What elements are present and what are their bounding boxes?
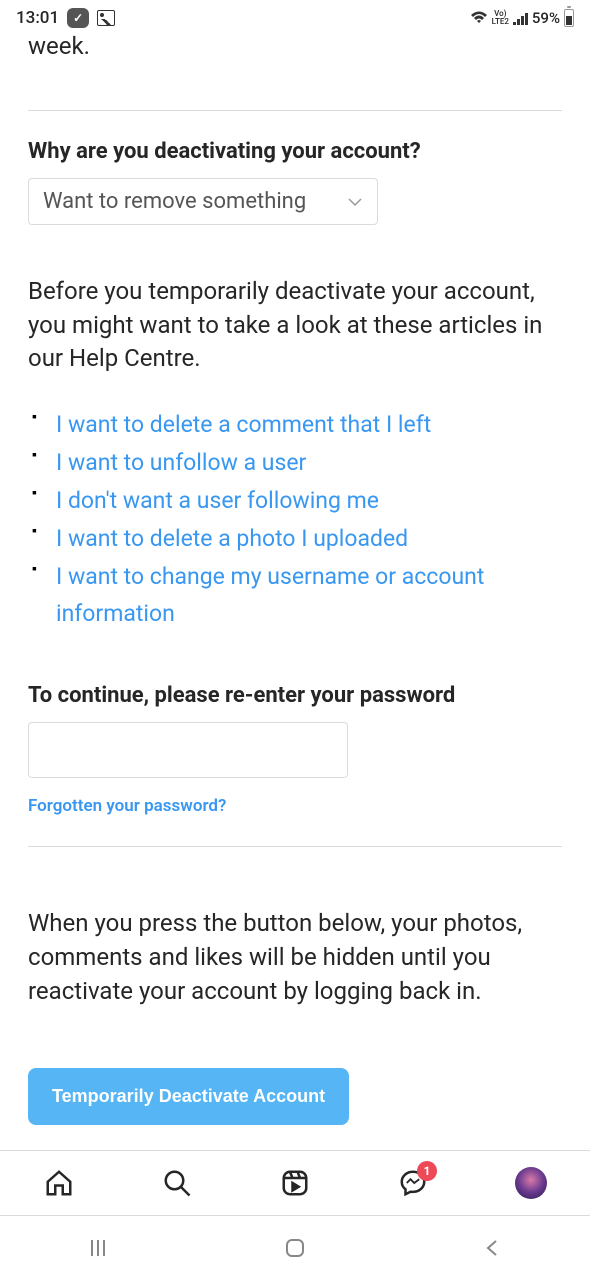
previous-text-fragment: week. — [28, 32, 562, 60]
wifi-icon — [470, 11, 488, 25]
screenshot-icon — [97, 10, 115, 26]
search-icon[interactable] — [161, 1167, 193, 1199]
home-icon[interactable] — [43, 1167, 75, 1199]
bottom-nav: 1 — [0, 1150, 590, 1216]
help-link-block-follower[interactable]: I don't want a user following me — [56, 487, 379, 514]
reason-dropdown[interactable]: Want to remove something — [28, 178, 378, 225]
help-links-list: I want to delete a comment that I left I… — [28, 406, 562, 634]
help-link-unfollow[interactable]: I want to unfollow a user — [56, 449, 306, 476]
password-title: To continue, please re-enter your passwo… — [28, 683, 562, 708]
divider — [28, 846, 562, 847]
status-time: 13:01 — [16, 8, 59, 28]
avatar-icon — [515, 1167, 547, 1199]
home-button[interactable] — [282, 1235, 308, 1261]
forgot-password-link[interactable]: Forgotten your password? — [28, 796, 226, 816]
system-nav — [0, 1216, 590, 1280]
back-button[interactable] — [479, 1235, 505, 1261]
battery-percent: 59% — [532, 9, 560, 27]
reels-icon[interactable] — [279, 1167, 311, 1199]
reason-selected: Want to remove something — [43, 189, 306, 214]
status-bar: 13:01 ✓ Vo) LTE2 59% — [0, 0, 590, 32]
help-link-delete-photo[interactable]: I want to delete a photo I uploaded — [56, 525, 408, 552]
deactivate-info: When you press the button below, your ph… — [28, 907, 562, 1008]
deactivate-button[interactable]: Temporarily Deactivate Account — [28, 1068, 349, 1125]
messenger-icon[interactable]: 1 — [397, 1167, 429, 1199]
battery-icon — [564, 9, 574, 27]
recents-button[interactable] — [85, 1235, 111, 1261]
network-type: Vo) LTE2 — [492, 10, 509, 26]
vpn-icon: ✓ — [67, 8, 89, 28]
help-link-change-username[interactable]: I want to change my username or account … — [56, 563, 484, 628]
chevron-down-icon — [347, 192, 363, 211]
profile-avatar[interactable] — [515, 1167, 547, 1199]
signal-icon — [513, 11, 528, 25]
help-intro: Before you temporarily deactivate your a… — [28, 275, 562, 376]
password-input[interactable] — [28, 722, 348, 778]
reason-title: Why are you deactivating your account? — [28, 139, 562, 164]
divider — [28, 110, 562, 111]
notification-badge: 1 — [417, 1161, 437, 1181]
help-link-delete-comment[interactable]: I want to delete a comment that I left — [56, 411, 431, 438]
